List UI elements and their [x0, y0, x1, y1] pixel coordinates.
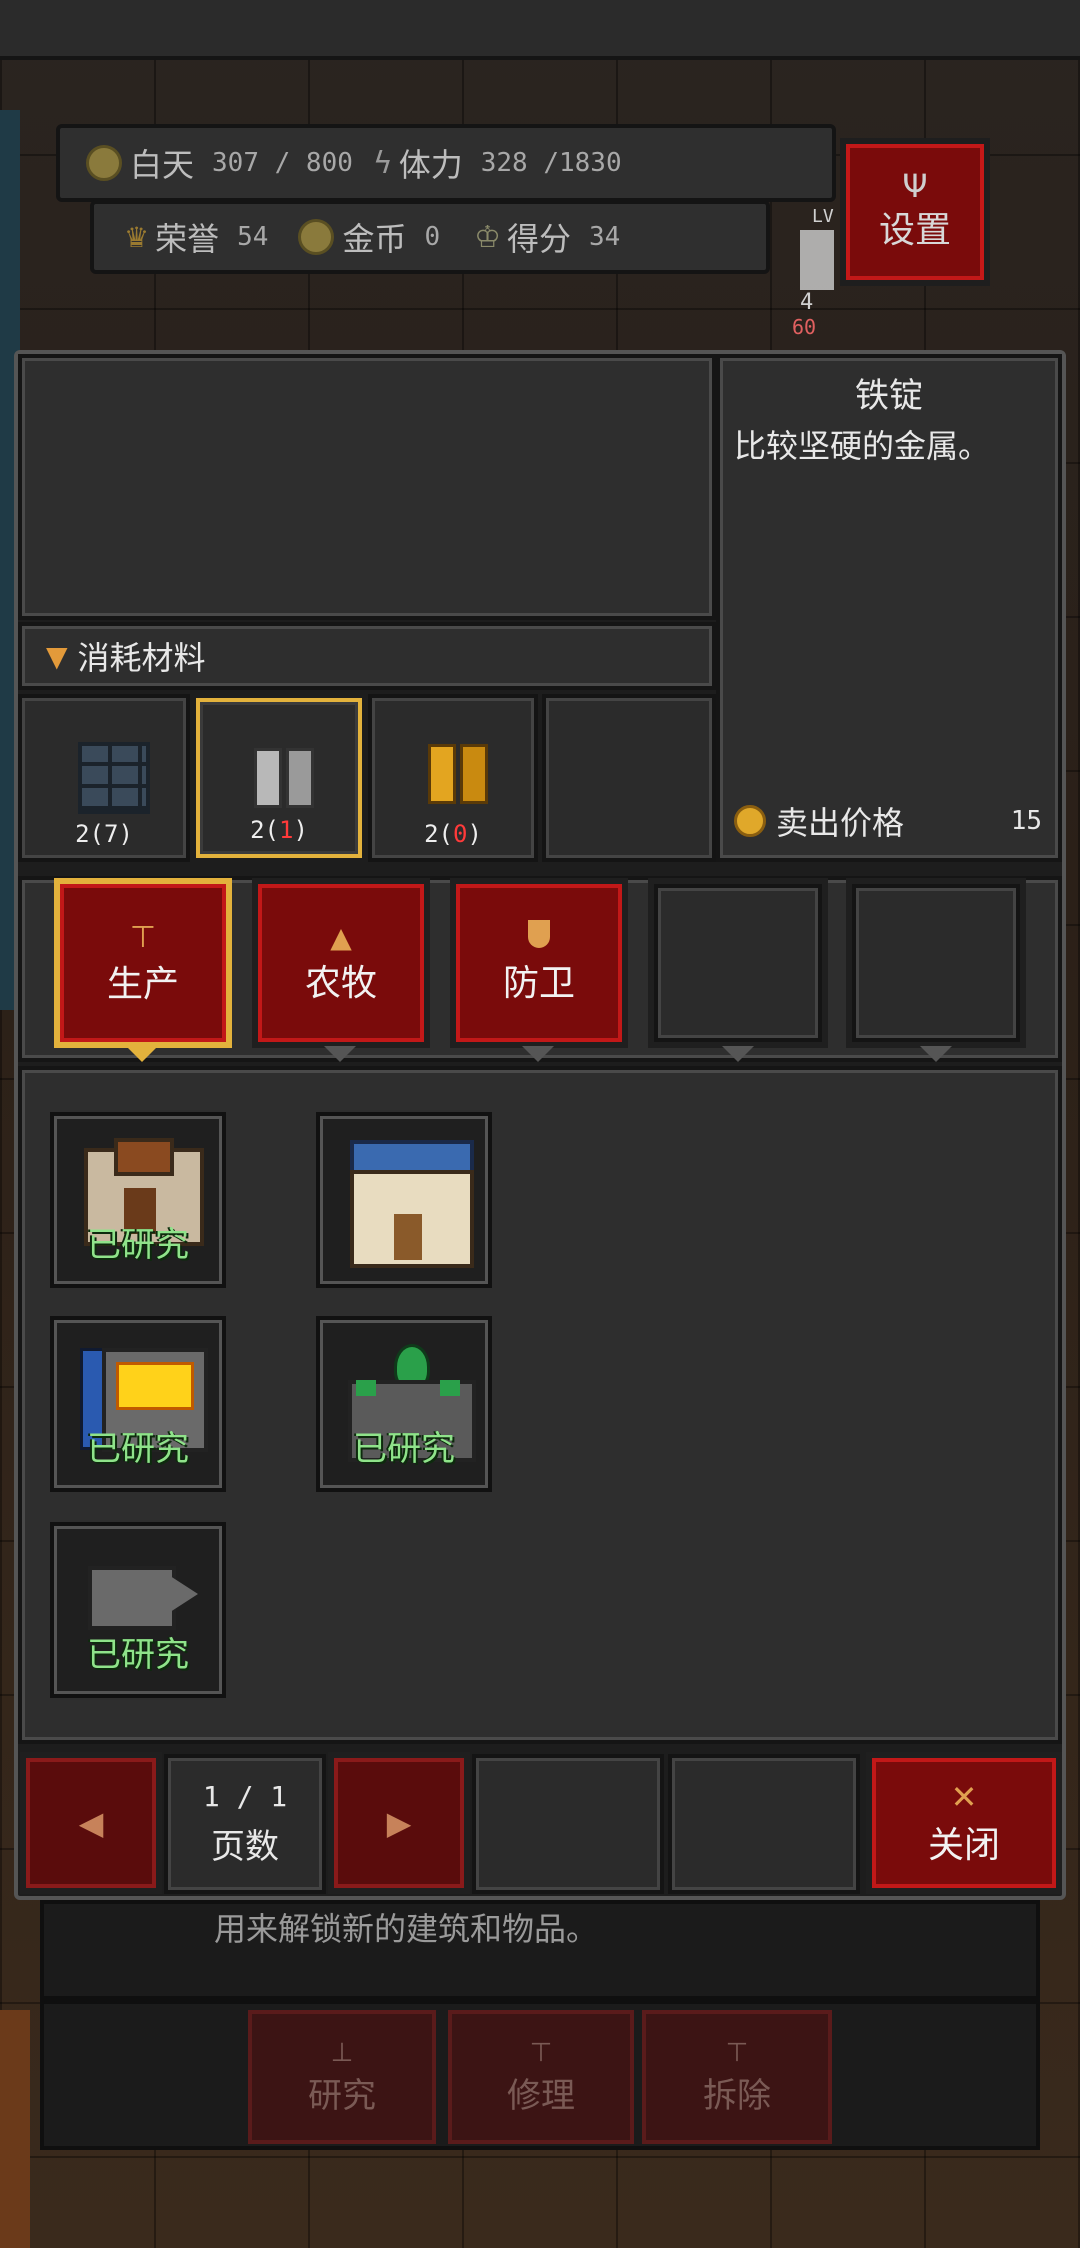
wrench-icon: Ψ — [902, 167, 928, 205]
close-button[interactable]: ✕ 关闭 — [866, 1752, 1062, 1894]
tab-indicator-arrow — [722, 1046, 754, 1062]
stone-brick-icon — [78, 742, 150, 814]
hud-day-stamina-bar: 白天 307 / 800 ϟ 体力 328 /1830 — [56, 124, 836, 202]
gold-value: 0 — [424, 222, 441, 252]
close-label: 关闭 — [927, 1825, 1000, 1866]
tab-indicator-arrow — [126, 1046, 158, 1062]
close-icon: ✕ — [950, 1778, 978, 1816]
material-slot-empty[interactable] — [542, 694, 716, 862]
tab-defense[interactable]: 防卫 — [450, 878, 628, 1048]
repair-label: 修理 — [507, 2075, 575, 2116]
materials-header-label: 消耗材料 — [77, 639, 206, 677]
tab-indicator-arrow — [920, 1046, 952, 1062]
unit-count-value: 4 — [800, 290, 814, 315]
anvil-block-icon — [88, 1566, 198, 1630]
top-tile-row — [0, 0, 1080, 60]
sun-icon — [86, 145, 122, 181]
stamina-label: 体力 — [398, 146, 463, 184]
sell-price-value: 15 — [1010, 806, 1042, 836]
demolish-button[interactable]: ⊤ 拆除 — [642, 2010, 832, 2144]
hall-icon — [350, 1140, 474, 1268]
sell-price-row: 卖出价格 15 — [734, 798, 1052, 844]
building-workshop[interactable]: 已研究 — [50, 1112, 226, 1288]
arrow-left-icon: ◀ — [78, 1804, 104, 1842]
research-status-label: 已研究 — [87, 1225, 189, 1265]
material-count: 2(0) — [424, 820, 482, 848]
sell-price-label: 卖出价格 — [776, 804, 905, 842]
tab-indicator-arrow — [522, 1046, 554, 1062]
item-description: 比较坚硬的金属。 — [734, 427, 991, 465]
hud-honor-gold-score-bar: ♛ 荣誉 54 金币 0 ♔ 得分 34 — [90, 200, 770, 274]
tab-indicator-arrow — [324, 1046, 356, 1062]
hammer-icon: ⊤ — [529, 2037, 553, 2068]
research-button[interactable]: ⊥ 研究 — [248, 2010, 436, 2144]
unit-hp-value: 60 — [792, 315, 817, 339]
tree-icon: ▲ — [330, 920, 352, 954]
prev-page-button[interactable]: ◀ — [20, 1752, 162, 1894]
item-preview-panel — [18, 354, 716, 620]
gold-label: 金币 — [342, 220, 407, 258]
unit-sprite[interactable]: LV 4 60 — [770, 200, 890, 340]
iron-ingot-icon — [248, 742, 316, 808]
repair-button[interactable]: ⊤ 修理 — [448, 2010, 634, 2144]
empty-slot — [668, 1754, 860, 1894]
page-numbers: 1 / 1 — [202, 1780, 288, 1813]
material-count: 2(1) — [250, 816, 308, 844]
next-page-button[interactable]: ▶ — [328, 1752, 470, 1894]
dirt-tiles — [0, 2010, 30, 2248]
building-hall[interactable] — [316, 1112, 492, 1288]
day-label: 白天 — [130, 146, 195, 184]
trophy-icon: ♔ — [474, 219, 502, 255]
gold-ingot-icon — [422, 738, 490, 804]
building-emerald-altar[interactable]: 已研究 — [316, 1316, 492, 1492]
item-description-panel: 铁锭 比较坚硬的金属。 卖出价格 15 — [716, 354, 1062, 862]
building-anvil[interactable]: 已研究 — [50, 1522, 226, 1698]
page-indicator: 1 / 1 页数 — [164, 1754, 326, 1894]
building-furnace[interactable]: 已研究 — [50, 1316, 226, 1492]
material-count: 2(7) — [75, 820, 133, 848]
material-slot-selected[interactable]: 2(1) — [196, 698, 362, 858]
stamina-icon: ϟ — [372, 145, 393, 181]
arrow-down-icon: ▼ — [46, 639, 68, 673]
item-name: 铁锭 — [855, 376, 923, 416]
demolish-label: 拆除 — [703, 2075, 771, 2116]
crown-icon: ♛ — [124, 220, 150, 254]
honor-value: 54 — [237, 222, 269, 252]
materials-header: ▼ 消耗材料 — [18, 622, 716, 690]
axe-icon: ⊤ — [725, 2037, 749, 2068]
research-status-label: 已研究 — [87, 1635, 189, 1675]
material-slot[interactable]: 2(7) — [18, 694, 190, 862]
score-value: 34 — [589, 222, 621, 252]
material-slot[interactable]: 2(0) — [368, 694, 538, 862]
gold-coin-icon — [734, 805, 766, 837]
tab-label: 生产 — [106, 963, 179, 1005]
research-label: 研究 — [308, 2075, 376, 2116]
empty-slot — [472, 1754, 664, 1894]
tab-production[interactable]: ⊤ 生产 — [54, 878, 232, 1048]
research-info-panel: 用来解锁新的建筑和物品。 — [40, 1900, 1040, 2000]
research-info-text: 用来解锁新的建筑和物品。 — [214, 1910, 599, 1948]
research-status-label: 已研究 — [353, 1429, 455, 1469]
anvil-icon: ⊤ — [129, 919, 157, 955]
tab-label: 防卫 — [502, 963, 575, 1004]
honor-label: 荣誉 — [155, 220, 220, 258]
shield-icon — [528, 920, 550, 948]
stamina-value: 328 /1830 — [480, 148, 622, 178]
day-value: 307 / 800 — [212, 148, 353, 178]
research-status-label: 已研究 — [87, 1429, 189, 1469]
unit-level-label: LV — [812, 206, 834, 227]
anvil-icon: ⊥ — [330, 2037, 354, 2068]
unit-figure-icon — [800, 230, 834, 290]
tab-farming[interactable]: ▲ 农牧 — [252, 878, 430, 1048]
arrow-right-icon: ▶ — [386, 1804, 412, 1842]
tab-label: 农牧 — [304, 962, 377, 1004]
tab-empty[interactable] — [648, 878, 828, 1048]
tab-empty[interactable] — [846, 878, 1026, 1048]
page-label: 页数 — [211, 1827, 279, 1867]
gold-coin-icon — [298, 219, 335, 255]
score-label: 得分 — [507, 220, 572, 258]
